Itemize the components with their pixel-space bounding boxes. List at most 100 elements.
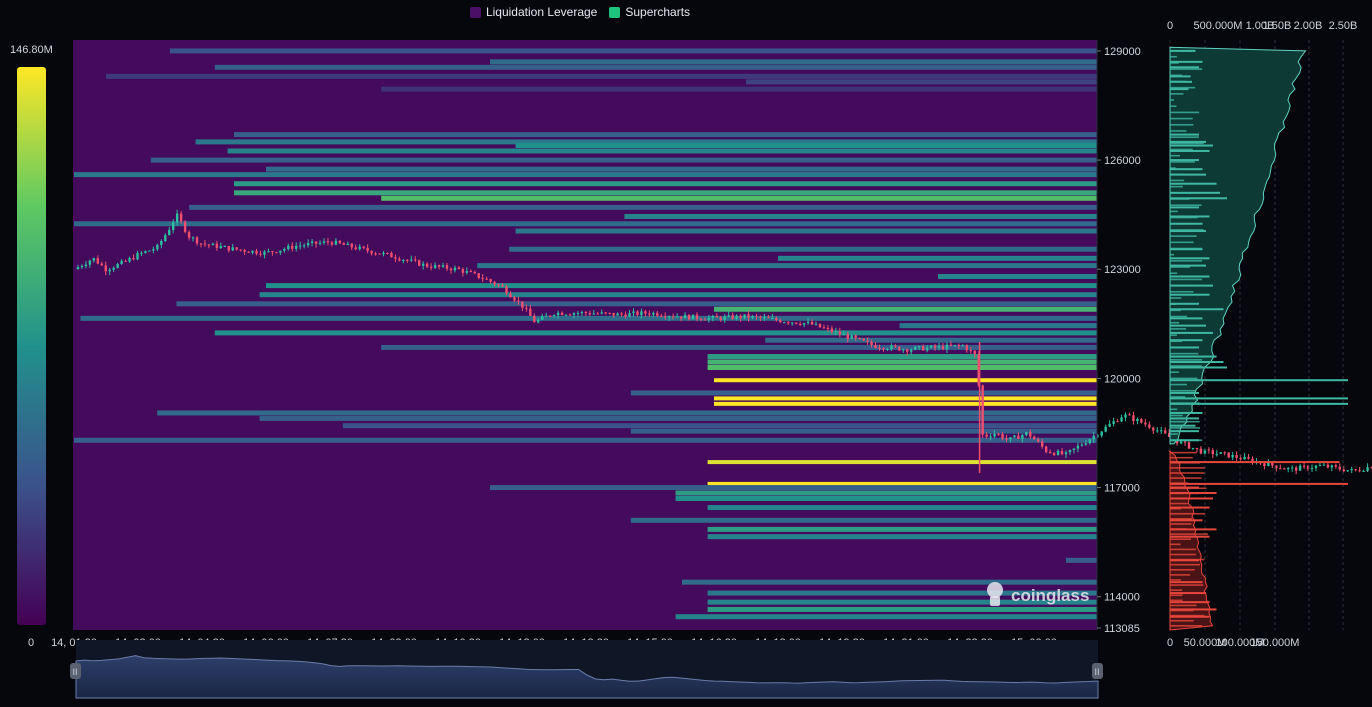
- liquidation-band: [624, 213, 1097, 219]
- liquidation-band: [189, 204, 1097, 210]
- profile-volume-bar: [1170, 433, 1178, 435]
- profile-volume-bar: [1170, 379, 1348, 382]
- profile-volume-bar: [1170, 222, 1190, 225]
- candle-body: [394, 257, 397, 259]
- candle-body: [826, 327, 830, 329]
- candle-body: [429, 266, 433, 268]
- candle-body: [525, 307, 528, 309]
- candle-body: [140, 252, 143, 254]
- profile-volume-bar: [1170, 497, 1193, 500]
- profile-volume-bar: [1170, 179, 1185, 182]
- liquidation-band: [266, 166, 1097, 172]
- profile-volume-bar: [1170, 543, 1181, 546]
- candle-body: [227, 245, 230, 251]
- candle-body: [949, 344, 953, 346]
- profile-volume-bar: [1170, 619, 1194, 622]
- candle-body: [255, 250, 258, 254]
- profile-volume-bar: [1170, 594, 1183, 597]
- profile-volume-bar: [1170, 424, 1196, 427]
- candle-body: [802, 323, 806, 325]
- profile-volume-bar: [1170, 361, 1224, 364]
- y-axis-tick-label: 117000: [1104, 483, 1140, 495]
- candle-body: [588, 313, 592, 315]
- candle-body: [414, 259, 417, 261]
- candle-body: [1152, 427, 1155, 431]
- liquidation-band: [778, 255, 1097, 261]
- candle-body: [235, 247, 238, 250]
- profile-volume-bar: [1170, 574, 1191, 576]
- liquidation-band: [938, 274, 1097, 280]
- liquidation-band: [74, 437, 1097, 443]
- profile-volume-bar: [1170, 66, 1199, 69]
- candle-body: [707, 317, 711, 320]
- candle-body: [874, 344, 877, 348]
- candle-body: [92, 258, 96, 261]
- candle-body: [517, 300, 520, 302]
- liquidation-band: [234, 181, 1097, 187]
- liquidation-heatmap-chart[interactable]: 146.80M 0 coinglass 12900012600012300012…: [0, 0, 1372, 707]
- candle-body: [1199, 448, 1203, 454]
- profile-volume-bar: [1170, 553, 1197, 556]
- candle-body: [739, 315, 742, 319]
- candle-body: [1124, 414, 1127, 418]
- candle-body: [806, 321, 810, 324]
- profile-volume-bar: [1170, 584, 1204, 586]
- profile-volume-bar: [1170, 346, 1198, 349]
- liquidation-band: [381, 86, 1097, 92]
- liquidation-band: [714, 306, 1097, 312]
- profile-volume-bar: [1170, 507, 1181, 510]
- candle-body: [537, 319, 540, 323]
- profile-volume-bar: [1170, 462, 1201, 464]
- candle-body: [1112, 421, 1115, 424]
- right-handle-grip-icon: II: [1095, 667, 1100, 677]
- candle-body: [263, 251, 266, 255]
- liquidation-band: [630, 517, 1097, 523]
- profile-volume-bar: [1170, 62, 1179, 64]
- candle-body: [1116, 421, 1119, 423]
- candle-body: [1350, 469, 1353, 471]
- candle-body: [699, 318, 703, 320]
- profile-volume-bar: [1170, 482, 1189, 484]
- candle-body: [1092, 435, 1095, 440]
- candle-body: [894, 345, 897, 347]
- candle-body: [810, 321, 814, 325]
- candle-body: [1013, 435, 1016, 438]
- candle-body: [596, 313, 599, 315]
- profile-volume-bar: [1170, 99, 1175, 101]
- candle-body: [1009, 437, 1012, 440]
- profile-volume-bar: [1170, 533, 1208, 535]
- profile-volume-bar: [1170, 74, 1182, 77]
- profile-volume-bar: [1170, 229, 1204, 231]
- liquidation-band: [381, 195, 1097, 201]
- candle-body: [283, 249, 286, 251]
- liquidation-band: [490, 485, 1097, 491]
- candle-body: [775, 318, 778, 321]
- candle-body: [1346, 470, 1349, 472]
- candle-body: [1187, 442, 1191, 449]
- liquidation-band: [675, 614, 1097, 620]
- candle-body: [215, 243, 219, 249]
- candle-body: [1080, 444, 1084, 446]
- candle-body: [477, 273, 480, 278]
- profile-volume-bar: [1170, 144, 1213, 147]
- liquidation-profile-panel[interactable]: 0 500.000M 1.00B1.50B 2.00B 2.50B 0 50.000M10…: [1167, 20, 1357, 649]
- candle-body: [505, 286, 508, 294]
- time-navigator[interactable]: II II: [70, 640, 1103, 699]
- candle-body: [259, 253, 262, 255]
- candle-body: [199, 243, 203, 245]
- candle-body: [695, 314, 699, 319]
- candle-body: [945, 344, 949, 350]
- candle-body: [1354, 469, 1357, 471]
- profile-volume-bar: [1170, 148, 1193, 151]
- profile-volume-bar: [1170, 601, 1210, 604]
- candle-body: [378, 253, 381, 255]
- profile-volume-bar: [1170, 383, 1187, 386]
- candle-body: [461, 268, 465, 273]
- candle-body: [838, 331, 842, 335]
- profile-volume-bar: [1170, 204, 1202, 206]
- profile-volume-bar: [1170, 133, 1199, 136]
- liquidation-band: [682, 579, 1097, 585]
- profile-volume-bar: [1170, 105, 1177, 108]
- profile-volume-bar: [1170, 451, 1197, 454]
- liquidation-band: [675, 495, 1097, 501]
